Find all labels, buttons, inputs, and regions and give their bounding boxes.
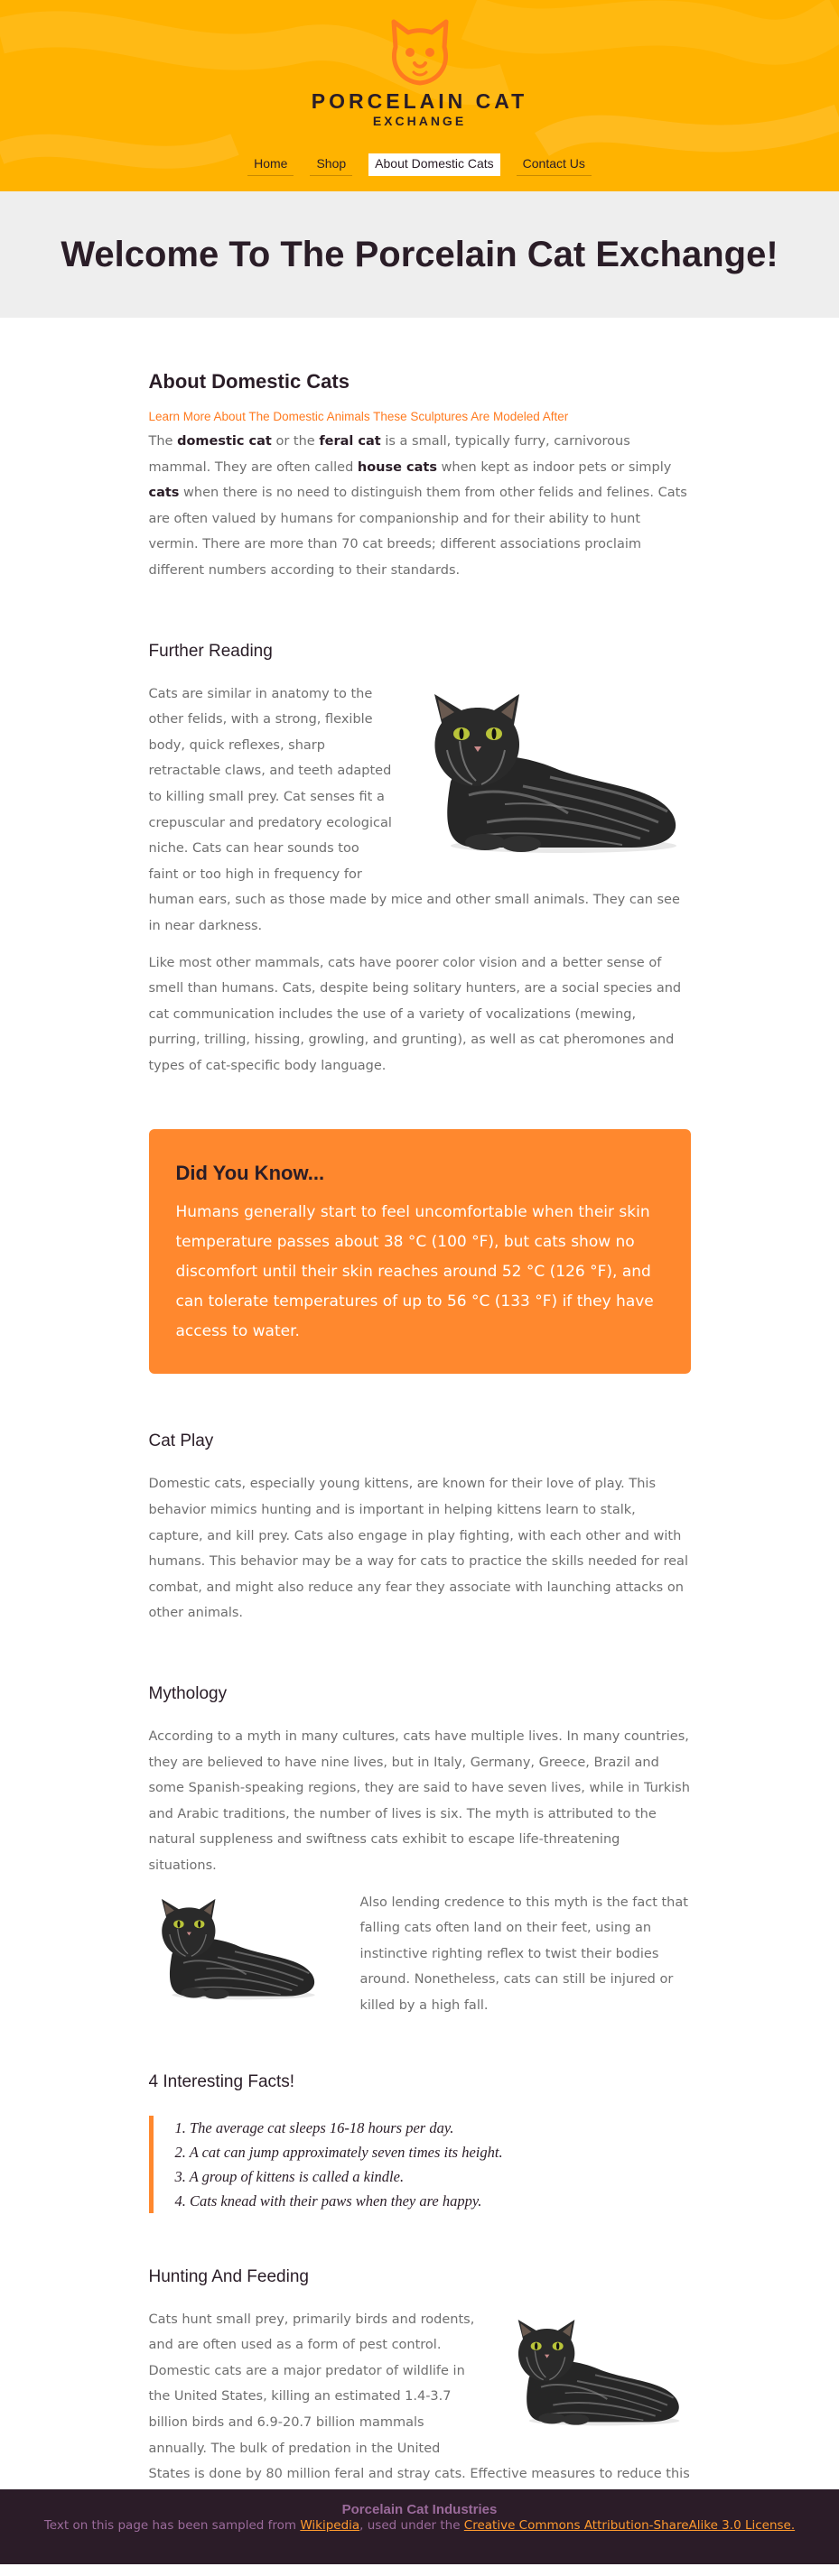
page-subtitle: Learn More About The Domestic Animals Th… xyxy=(148,410,569,423)
hero-banner: Welcome To The Porcelain Cat Exchange! xyxy=(0,191,839,318)
cat-play-heading: Cat Play xyxy=(148,1432,214,1451)
fact-item: 1. The average cat sleeps 16-18 hours pe… xyxy=(174,2118,454,2136)
main-content: About Domestic Cats Learn More About The… xyxy=(148,318,691,2576)
hunting-heading: Hunting And Feeding xyxy=(148,2266,309,2286)
brand-line-2: EXCHANGE xyxy=(372,114,467,128)
did-you-know-heading: Did You Know... xyxy=(175,1162,325,1185)
main-nav: Home Shop About Domestic Cats Contact Us xyxy=(0,153,839,176)
site-footer: Porcelain Cat Industries Text on this pa… xyxy=(0,2489,839,2564)
fact-item: 4. Cats knead with their paws when they … xyxy=(174,2191,482,2210)
footer-org-name: Porcelain Cat Industries xyxy=(341,2502,498,2517)
brand-name: PORCELAIN CAT EXCHANGE xyxy=(0,89,839,129)
site-logo[interactable] xyxy=(0,14,839,87)
porcelain-cat-image xyxy=(415,687,685,858)
fact-item: 3. A group of kittens is called a kindle… xyxy=(174,2167,405,2185)
further-reading-paragraph-2: Like most other mammals, cats have poore… xyxy=(148,955,682,1073)
brand-line-1: PORCELAIN CAT xyxy=(311,89,528,113)
hero-title: Welcome To The Porcelain Cat Exchange! xyxy=(61,234,778,274)
nav-item-shop[interactable]: Shop xyxy=(310,153,353,176)
porcelain-cat-image xyxy=(149,1890,321,2007)
license-link[interactable]: Creative Commons Attribution-ShareAlike … xyxy=(464,2518,795,2533)
page-title: About Domestic Cats xyxy=(148,370,350,393)
nav-item-contact-us[interactable]: Contact Us xyxy=(516,153,592,176)
fact-item: 2. A cat can jump approximately seven ti… xyxy=(174,2143,503,2161)
mythology-heading: Mythology xyxy=(148,1684,228,1704)
facts-list: 1. The average cat sleeps 16-18 hours pe… xyxy=(148,2115,691,2213)
nav-item-about-domestic-cats[interactable]: About Domestic Cats xyxy=(368,153,500,176)
site-header: PORCELAIN CAT EXCHANGE Home Shop About D… xyxy=(0,0,839,191)
porcelain-cat-image xyxy=(505,2312,685,2432)
did-you-know-callout: Did You Know... Humans generally start t… xyxy=(148,1129,691,1375)
intro-paragraph: The domestic cat or the feral cat is a s… xyxy=(148,434,687,578)
facts-heading: 4 Interesting Facts! xyxy=(148,2071,295,2091)
further-reading-heading: Further Reading xyxy=(148,641,273,661)
footer-credit: Text on this page has been sampled from … xyxy=(43,2518,796,2533)
did-you-know-text: Humans generally start to feel uncomfort… xyxy=(175,1203,654,1341)
cat-face-icon xyxy=(391,19,448,86)
cat-play-paragraph: Domestic cats, especially young kittens,… xyxy=(148,1477,688,1621)
nav-item-home[interactable]: Home xyxy=(247,153,294,176)
mythology-paragraph-1: According to a myth in many cultures, ca… xyxy=(148,1729,690,1873)
wikipedia-link[interactable]: Wikipedia xyxy=(300,2518,359,2533)
